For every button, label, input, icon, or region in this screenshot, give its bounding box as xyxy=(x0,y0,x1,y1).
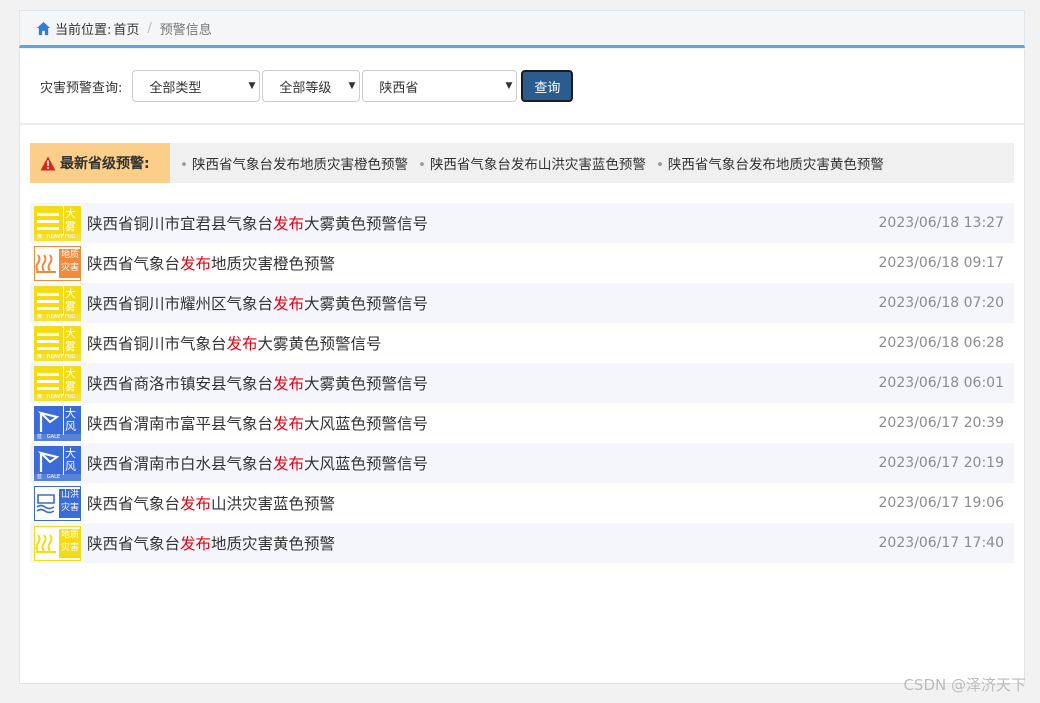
warning-time: 2023/06/18 13:27 xyxy=(878,215,1005,231)
warning-row[interactable]: 大风蓝 GALE 陕西省渭南市富平县气象台发布大风蓝色预警信号 2023/06/17… xyxy=(30,403,1014,443)
warning-row[interactable]: 大雾黄 HEAVY FOG 陕西省铜川市气象台发布大雾黄色预警信号 2023/06/… xyxy=(30,323,1014,363)
level-select[interactable]: 全部等级 ▼ xyxy=(262,70,361,102)
chevron-down-icon: ▼ xyxy=(348,81,356,91)
latest-warning-item[interactable]: • 陕西省气象台发布山洪灾害蓝色预警 xyxy=(418,153,646,173)
breadcrumb-label: 当前位置: xyxy=(55,22,112,38)
warning-time: 2023/06/18 07:20 xyxy=(878,295,1005,311)
warning-title[interactable]: 陕西省气象台发布地质灾害橙色预警 xyxy=(87,252,335,274)
breadcrumb-home-link[interactable]: 首页 xyxy=(113,19,139,38)
watermark: CSDN @泽济天下 xyxy=(903,676,1026,694)
geo-orange-icon: 地质 灾害 xyxy=(34,245,81,281)
chevron-down-icon: ▼ xyxy=(248,81,256,91)
warning-title[interactable]: 陕西省气象台发布地质灾害黄色预警 xyxy=(87,532,335,554)
flood-blue-icon: 山洪 灾害 xyxy=(34,485,81,521)
fog-yellow-icon: 大雾黄 HEAVY FOG xyxy=(34,365,81,401)
fog-yellow-icon: 大雾黄 HEAVY FOG xyxy=(34,205,81,241)
warning-row[interactable]: 大风蓝 GALE 陕西省渭南市白水县气象台发布大风蓝色预警信号 2023/06/17… xyxy=(30,443,1014,483)
latest-warnings-heading: 最新省级预警: xyxy=(30,143,170,183)
type-select-value: 全部类型 xyxy=(149,80,202,96)
level-select-value: 全部等级 xyxy=(279,80,332,96)
latest-warnings-label: 最新省级预警: xyxy=(60,156,150,172)
breadcrumb-separator: / xyxy=(147,20,152,36)
province-select-value: 陕西省 xyxy=(379,80,419,96)
warning-title[interactable]: 陕西省气象台发布山洪灾害蓝色预警 xyxy=(87,492,335,514)
warning-row[interactable]: 山洪 灾害 陕西省气象台发布山洪灾害蓝色预警 2023/06/17 19:06 xyxy=(30,483,1014,523)
home-icon[interactable] xyxy=(36,21,51,36)
filter-label: 灾害预警查询: xyxy=(40,80,123,96)
fog-yellow-icon: 大雾黄 HEAVY FOG xyxy=(34,285,81,321)
warning-time: 2023/06/17 20:19 xyxy=(878,455,1005,471)
warning-row[interactable]: 地质 灾害 陕西省气象台发布地质灾害橙色预警 2023/06/18 09:17 xyxy=(30,243,1014,283)
warning-icon xyxy=(40,156,56,170)
warning-row[interactable]: 大雾黄 HEAVY FOG 陕西省商洛市镇安县气象台发布大雾黄色预警信号 2023/… xyxy=(30,363,1014,403)
query-button[interactable]: 查询 xyxy=(521,70,574,102)
warning-row[interactable]: 地质 灾害 陕西省气象台发布地质灾害黄色预警 2023/06/17 17:40 xyxy=(30,523,1014,563)
warning-title[interactable]: 陕西省渭南市富平县气象台发布大风蓝色预警信号 xyxy=(87,412,428,434)
warning-title[interactable]: 陕西省商洛市镇安县气象台发布大雾黄色预警信号 xyxy=(87,372,428,394)
province-select[interactable]: 陕西省 ▼ xyxy=(362,70,518,102)
warning-time: 2023/06/17 19:06 xyxy=(878,495,1005,511)
geo-yellow-icon: 地质 灾害 xyxy=(34,525,81,561)
warning-title[interactable]: 陕西省铜川市宜君县气象台发布大雾黄色预警信号 xyxy=(87,212,428,234)
warning-title[interactable]: 陕西省渭南市白水县气象台发布大风蓝色预警信号 xyxy=(87,452,428,474)
warning-time: 2023/06/18 06:28 xyxy=(878,335,1005,351)
warning-time: 2023/06/18 09:17 xyxy=(878,255,1005,271)
warning-title[interactable]: 陕西省铜川市耀州区气象台发布大雾黄色预警信号 xyxy=(87,292,428,314)
warning-row[interactable]: 大雾黄 HEAVY FOG 陕西省铜川市宜君县气象台发布大雾黄色预警信号 2023/… xyxy=(30,203,1014,243)
breadcrumb: 当前位置: 首页 / 预警信息 xyxy=(19,10,1025,48)
chevron-down-icon: ▼ xyxy=(505,81,513,91)
wind-blue-icon: 大风蓝 GALE xyxy=(34,405,81,441)
latest-warnings-list: • 陕西省气象台发布地质灾害橙色预警 • 陕西省气象台发布山洪灾害蓝色预警 • 陕西省… xyxy=(180,153,894,173)
warning-time: 2023/06/17 17:40 xyxy=(878,535,1005,551)
filter-bar: 灾害预警查询: 全部类型 ▼ 全部等级 ▼ 陕西省 ▼ 查询 xyxy=(20,49,1024,125)
warning-time: 2023/06/17 20:39 xyxy=(878,415,1005,431)
warning-title[interactable]: 陕西省铜川市气象台发布大雾黄色预警信号 xyxy=(87,332,382,354)
warning-time: 2023/06/18 06:01 xyxy=(878,375,1005,391)
wind-blue-icon: 大风蓝 GALE xyxy=(34,445,81,481)
main-panel: 灾害预警查询: 全部类型 ▼ 全部等级 ▼ 陕西省 ▼ 查询 最新省级预警: •… xyxy=(19,49,1025,684)
type-select[interactable]: 全部类型 ▼ xyxy=(132,70,261,102)
latest-warning-item[interactable]: • 陕西省气象台发布地质灾害黄色预警 xyxy=(656,153,884,173)
warning-list: 大雾黄 HEAVY FOG 陕西省铜川市宜君县气象台发布大雾黄色预警信号 2023/… xyxy=(30,203,1014,563)
fog-yellow-icon: 大雾黄 HEAVY FOG xyxy=(34,325,81,361)
latest-warning-item[interactable]: • 陕西省气象台发布地质灾害橙色预警 xyxy=(180,153,408,173)
latest-warnings-bar: 最新省级预警: • 陕西省气象台发布地质灾害橙色预警 • 陕西省气象台发布山洪灾害蓝… xyxy=(30,143,1014,183)
breadcrumb-current: 预警信息 xyxy=(159,22,212,38)
warning-row[interactable]: 大雾黄 HEAVY FOG 陕西省铜川市耀州区气象台发布大雾黄色预警信号 2023/… xyxy=(30,283,1014,323)
